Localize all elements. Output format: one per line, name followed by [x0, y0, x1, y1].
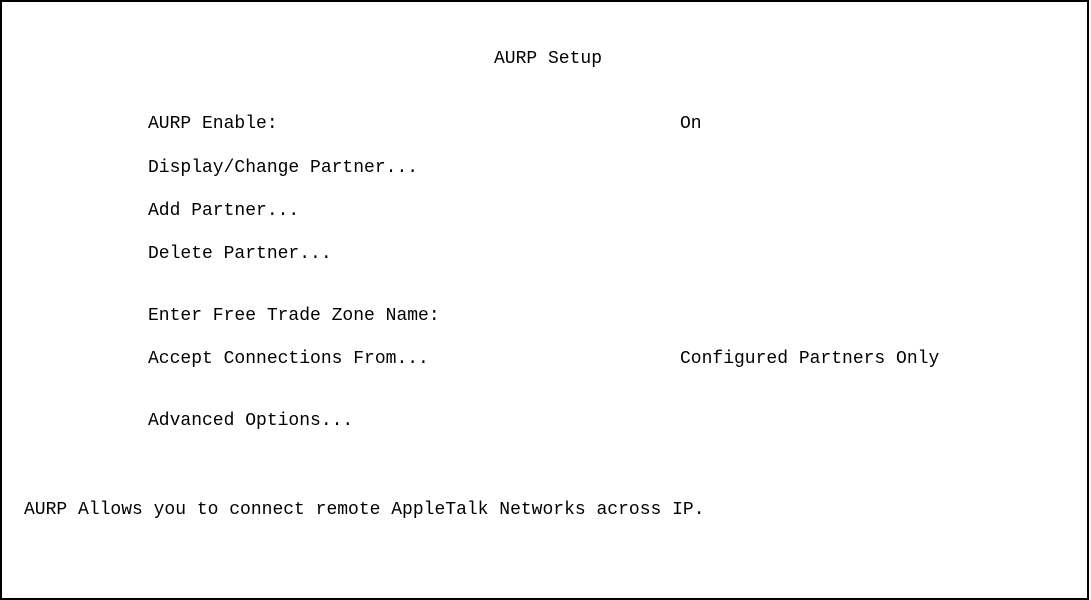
- display-change-partner-option[interactable]: Display/Change Partner...: [148, 157, 418, 179]
- advanced-options-option[interactable]: Advanced Options...: [148, 410, 353, 432]
- aurp-enable-option[interactable]: AURP Enable:: [148, 113, 278, 135]
- add-partner-option[interactable]: Add Partner...: [148, 200, 299, 222]
- status-help-text: AURP Allows you to connect remote AppleT…: [24, 500, 705, 520]
- accept-connections-option[interactable]: Accept Connections From...: [148, 348, 429, 370]
- aurp-enable-value[interactable]: On: [680, 113, 702, 135]
- screen-title: AURP Setup: [494, 49, 603, 69]
- delete-partner-option[interactable]: Delete Partner...: [148, 243, 332, 265]
- free-trade-zone-field-label[interactable]: Enter Free Trade Zone Name:: [148, 305, 440, 327]
- accept-connections-value[interactable]: Configured Partners Only: [680, 348, 939, 370]
